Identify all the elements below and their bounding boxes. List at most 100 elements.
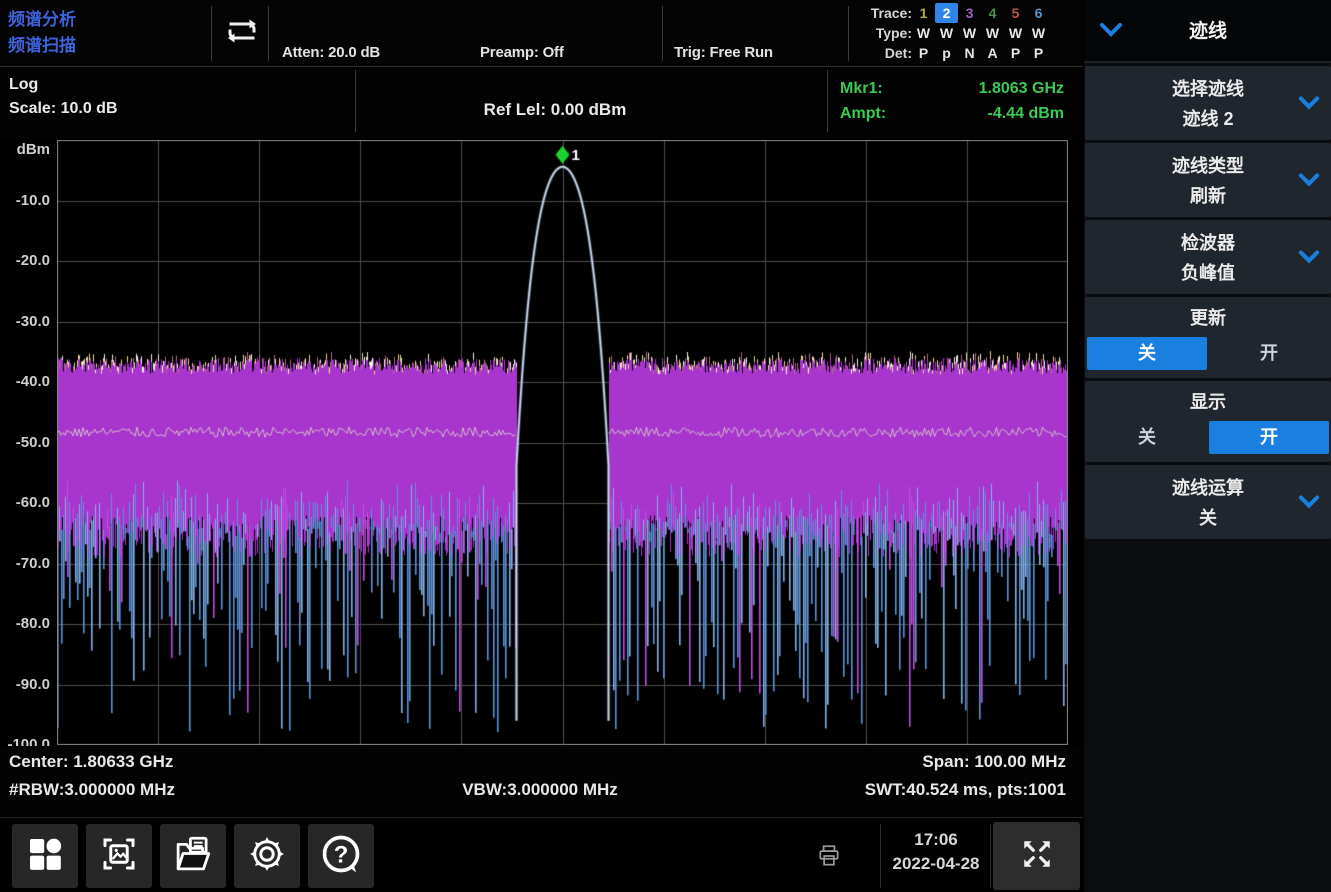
atten-readout: Atten: 20.0 dB — [282, 43, 399, 62]
rbw-label: #RBW:3.000000 MHz — [9, 780, 175, 800]
y-axis-tick-label: -30.0 — [16, 313, 50, 330]
status-bar: 频谱分析 频谱扫描 Atten: 20.0 dB Impedance: 50 Ω… — [0, 0, 1083, 67]
divider — [848, 6, 849, 61]
marker-amplitude: -4.44 dBm — [988, 101, 1064, 126]
y-axis-labels: dBm-10.0-20.0-30.0-40.0-50.0-60.0-70.0-8… — [0, 140, 52, 752]
screenshot-button[interactable] — [86, 824, 152, 888]
divider — [827, 70, 828, 132]
swt-label: SWT:40.524 ms, pts:1001 — [700, 780, 1066, 800]
file-save-icon — [172, 833, 214, 880]
chevron-down-icon — [1297, 248, 1321, 271]
screenshot-icon — [98, 833, 140, 880]
marker-readout: Mkr1: 1.8063 GHz Ampt: -4.44 dBm — [840, 76, 1064, 126]
toggle-label: 更新 — [1085, 304, 1331, 330]
fullscreen-button[interactable] — [993, 822, 1080, 890]
trace-detector-cell: P — [912, 43, 935, 63]
help-icon: ? — [319, 832, 363, 881]
menu-item-detector[interactable]: 检波器 负峰值 — [1085, 220, 1331, 294]
trace-status-row-label: Trace: — [858, 3, 912, 23]
y-axis-tick-label: -10.0 — [16, 192, 50, 209]
center-freq-label: Center: 1.80633 GHz — [9, 752, 173, 772]
toggle-update: 更新 关 开 — [1085, 297, 1331, 378]
menu-item-value: 迹线 2 — [1085, 105, 1331, 131]
trace-number-cell[interactable]: 3 — [958, 3, 981, 23]
y-axis-tick-label: -60.0 — [16, 494, 50, 511]
mode-title-line1: 频谱分析 — [8, 7, 76, 33]
update-off-button[interactable]: 关 — [1087, 337, 1207, 370]
trace-type-cell: W — [935, 23, 958, 43]
continuous-sweep-button[interactable] — [219, 13, 265, 53]
menu-item-value: 刷新 — [1085, 182, 1331, 208]
divider — [880, 824, 881, 888]
clock: 17:06 2022-04-28 — [884, 828, 988, 876]
trace-menu-header[interactable]: 迹线 — [1084, 0, 1331, 63]
divider — [211, 6, 212, 61]
marker-name: Mkr1: — [840, 76, 883, 101]
trace-menu-panel: 迹线 选择迹线 迹线 2 迹线类型 刷新 检波器 负峰值 更新 关 — [1083, 0, 1331, 892]
menu-item-select-trace[interactable]: 选择迹线 迹线 2 — [1085, 66, 1331, 140]
spectrum-analyzer-screen: 频谱分析 频谱扫描 Atten: 20.0 dB Impedance: 50 Ω… — [0, 0, 1331, 892]
menu-item-trace-math[interactable]: 迹线运算 关 — [1085, 465, 1331, 539]
trace-type-cell: W — [912, 23, 935, 43]
printer-icon — [816, 844, 842, 868]
help-button[interactable]: ? — [308, 824, 374, 888]
y-axis-tick-label: -90.0 — [16, 676, 50, 693]
taskbar: ? 17:06 2022-04-28 — [0, 817, 1083, 892]
menu-item-value: 关 — [1085, 504, 1331, 530]
menu-item-trace-type[interactable]: 迹线类型 刷新 — [1085, 143, 1331, 217]
menu-item-label: 选择迹线 — [1085, 75, 1331, 101]
marker-frequency: 1.8063 GHz — [979, 76, 1064, 101]
y-axis-tick-label: -50.0 — [16, 434, 50, 451]
fullscreen-icon — [1019, 836, 1055, 877]
trace-type-cell: W — [1004, 23, 1027, 43]
spectrum-plot[interactable] — [57, 140, 1068, 745]
chevron-down-icon — [1297, 94, 1321, 117]
spectrum-canvas[interactable] — [57, 140, 1068, 745]
menu-item-label: 迹线运算 — [1085, 474, 1331, 500]
display-on-button[interactable]: 开 — [1209, 421, 1329, 454]
frequency-row: Center: 1.80633 GHz Span: 100.00 MHz #RB… — [0, 746, 1083, 816]
trace-detector-cell: P — [1004, 43, 1027, 63]
date-label: 2022-04-28 — [884, 852, 988, 876]
trace-type-cell: W — [1027, 23, 1050, 43]
trig-readout: Trig: Free Run — [674, 43, 773, 62]
divider — [990, 824, 991, 888]
update-on-button[interactable]: 开 — [1209, 337, 1329, 370]
settings-gear-icon — [245, 832, 289, 881]
trace-type-cell: W — [981, 23, 1004, 43]
menu-item-label: 检波器 — [1085, 229, 1331, 255]
mode-title-line2: 频谱扫描 — [8, 33, 76, 59]
trace-detector-cell: N — [958, 43, 981, 63]
y-axis-unit: dBm — [17, 141, 50, 158]
ref-level-label: Ref Lel: 0.00 dBm — [400, 100, 710, 120]
menu-item-value: 负峰值 — [1085, 259, 1331, 285]
trace-number-cell[interactable]: 4 — [981, 3, 1004, 23]
y-axis-tick-label: -80.0 — [16, 615, 50, 632]
y-axis-tick-label: -40.0 — [16, 373, 50, 390]
display-off-button[interactable]: 关 — [1087, 421, 1207, 454]
time-label: 17:06 — [884, 828, 988, 852]
trace-number-cell[interactable]: 5 — [1004, 3, 1027, 23]
toggle-display: 显示 关 开 — [1085, 381, 1331, 462]
trace-detector-cell: P — [1027, 43, 1050, 63]
mode-title-button[interactable]: 频谱分析 频谱扫描 — [8, 7, 76, 59]
trace-number-cell[interactable]: 1 — [912, 3, 935, 23]
divider — [268, 6, 269, 61]
settings-button[interactable] — [234, 824, 300, 888]
preamp-readout: Preamp: Off — [480, 43, 605, 62]
file-button[interactable] — [160, 824, 226, 888]
svg-text:?: ? — [334, 841, 349, 868]
y-axis-tick-label: -70.0 — [16, 555, 50, 572]
trace-status-table[interactable]: Trace:123456Type:WWWWWWDet:PpNAPP — [858, 3, 1076, 63]
trace-detector-cell: A — [981, 43, 1004, 63]
trace-status-row-label: Det: — [858, 43, 912, 63]
vbw-label: VBW:3.000000 MHz — [380, 780, 700, 800]
span-label: Span: 100.00 MHz — [700, 752, 1066, 772]
home-grid-icon — [25, 834, 65, 879]
panel-title: 迹线 — [1084, 0, 1331, 63]
trace-number-cell[interactable]: 2 — [935, 3, 958, 23]
trace-status-row-label: Type: — [858, 23, 912, 43]
home-menu-button[interactable] — [12, 824, 78, 888]
trace-number-cell[interactable]: 6 — [1027, 3, 1050, 23]
trace-type-cell: W — [958, 23, 981, 43]
